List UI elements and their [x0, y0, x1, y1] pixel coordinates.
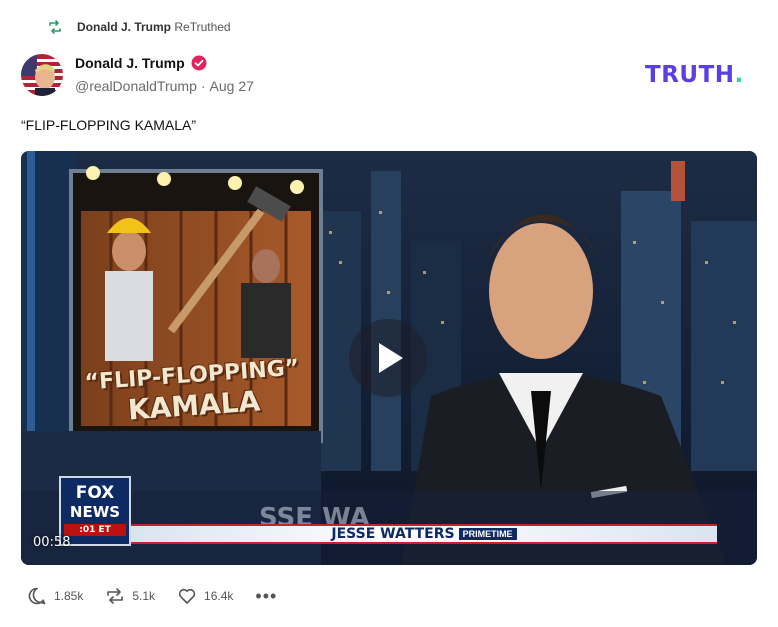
avatar-image	[21, 54, 63, 96]
author-name[interactable]: Donald J. Trump	[75, 55, 185, 71]
retruth-icon	[49, 20, 61, 34]
network-time: :01 ET	[64, 524, 126, 536]
post-text: “FLIP-FLOPPING KAMALA”	[21, 117, 197, 133]
post-author: Donald J. Trump @realDonaldTrump · Aug 2…	[75, 55, 254, 94]
more-icon: •••	[255, 586, 278, 606]
logo-text: TRUTH	[645, 62, 735, 88]
meta-separator: ·	[200, 78, 206, 94]
reply-button[interactable]: 1.85k	[27, 586, 83, 606]
network-line-2: NEWS	[69, 503, 121, 521]
logo-dot: .	[734, 62, 744, 88]
retruth-header: Donald J. Trump ReTruthed	[47, 19, 231, 35]
retruth-button[interactable]: 5.1k	[105, 586, 155, 606]
author-handle[interactable]: @realDonaldTrump	[75, 78, 197, 94]
play-icon	[379, 343, 403, 373]
network-line-1: FOX	[75, 483, 115, 503]
reply-count: 1.85k	[54, 589, 84, 603]
video-player[interactable]: SSE WA “FLIP-FLOPPING” KAMALA FOX NEWS :…	[21, 151, 757, 565]
like-count: 16.4k	[204, 589, 234, 603]
verified-badge-icon	[191, 55, 207, 71]
like-button[interactable]: 16.4k	[177, 586, 233, 606]
retruth-author-name[interactable]: Donald J. Trump	[77, 20, 171, 34]
post-date[interactable]: Aug 27	[210, 78, 254, 94]
post-actions: 1.85k 5.1k 16.4k •••	[27, 586, 277, 606]
more-options-button[interactable]: •••	[255, 587, 277, 605]
retruth-label: ReTruthed	[174, 20, 231, 34]
video-duration: 00:58	[33, 535, 71, 550]
chyron-host: JESSE WATTERS	[331, 526, 455, 542]
avatar[interactable]	[21, 54, 63, 96]
retruth-icon	[107, 588, 124, 604]
truth-social-logo[interactable]: TRUTH.	[645, 62, 744, 88]
reply-icon	[28, 587, 46, 605]
play-button[interactable]	[349, 319, 427, 397]
retruth-count: 5.1k	[132, 589, 156, 603]
chyron-show: PRIMETIME	[458, 528, 517, 540]
heart-icon	[178, 588, 196, 604]
lower-third-chyron: JESSE WATTERS PRIMETIME	[131, 524, 717, 544]
